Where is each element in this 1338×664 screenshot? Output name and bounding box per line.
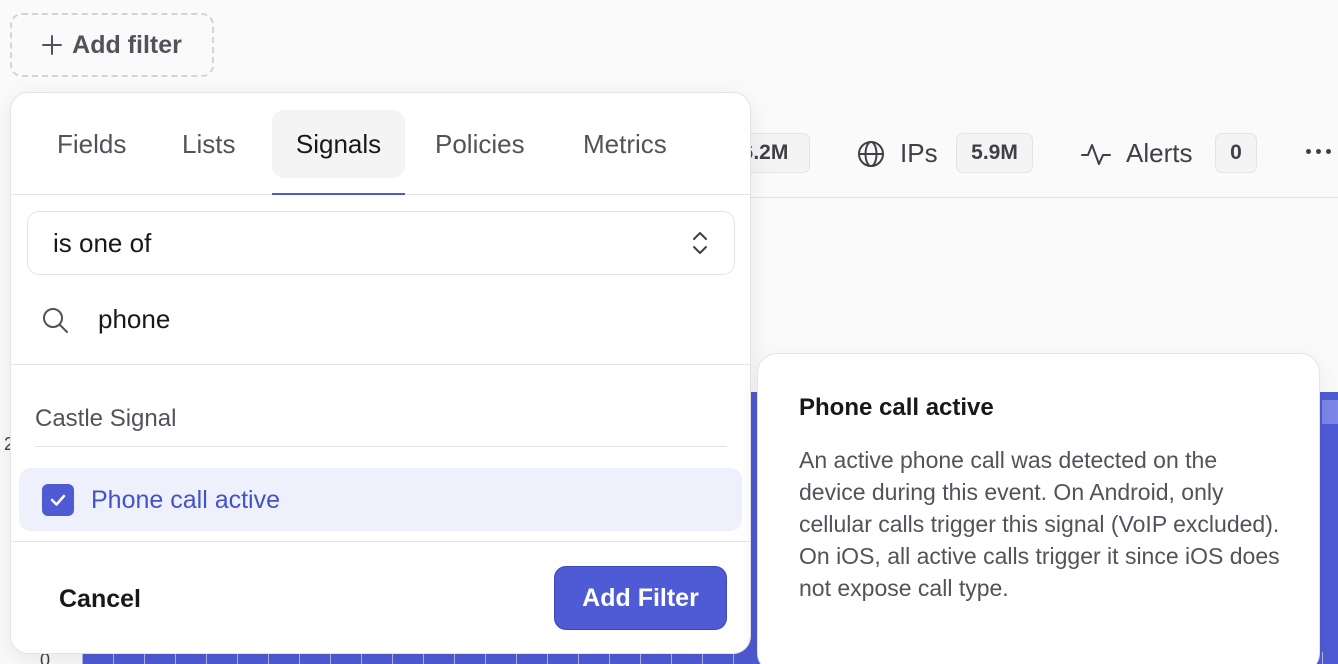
tab-metrics[interactable]: Metrics [561, 110, 689, 178]
option-checkbox[interactable] [42, 484, 74, 516]
add-filter-button[interactable]: Add filter [10, 13, 214, 77]
stats-bar: 6.2M IPs 5.9M Alerts 0 [720, 120, 1338, 198]
option-label: Phone call active [91, 486, 281, 514]
plus-icon [42, 35, 63, 55]
tooltip-description: An active phone call was detected on the… [799, 447, 1280, 601]
alerts-stat-label: Alerts [1126, 138, 1193, 168]
alerts-count-badge: 0 [1215, 133, 1257, 173]
more-options-icon[interactable] [1306, 149, 1331, 154]
signal-search-row [11, 283, 750, 365]
activity-icon [1081, 144, 1111, 165]
popover-footer: Cancel Add Filter [11, 541, 750, 653]
add-filter-popover: Fields Lists Signals Policies Metrics is… [10, 92, 751, 654]
add-filter-submit-button[interactable]: Add Filter [554, 566, 727, 630]
check-icon [50, 494, 66, 506]
search-icon [43, 308, 68, 333]
tab-lists[interactable]: Lists [160, 110, 257, 178]
operator-select[interactable]: is one of [27, 211, 735, 275]
operator-value: is one of [53, 227, 152, 258]
tab-label: Lists [182, 128, 236, 159]
chart-bar-highlight [1322, 400, 1338, 424]
cancel-button[interactable]: Cancel [39, 574, 161, 624]
signal-group-label: Castle Signal [35, 405, 727, 447]
signal-search-input[interactable] [98, 299, 698, 339]
chevron-up-down-icon [693, 232, 707, 254]
signal-description-tooltip: Phone call active An active phone call w… [757, 353, 1320, 664]
tab-label: Policies [435, 128, 525, 159]
tab-label: Signals [295, 128, 382, 159]
tab-label: Metrics [583, 128, 667, 159]
tab-fields[interactable]: Fields [35, 110, 148, 178]
add-filter-label: Add filter [72, 30, 182, 59]
filter-type-tabs: Fields Lists Signals Policies Metrics [11, 93, 750, 195]
tab-policies[interactable]: Policies [413, 110, 547, 178]
ips-count-badge: 5.9M [956, 133, 1033, 173]
ips-stat-label: IPs [900, 138, 938, 168]
filter-builder-screen: 2 0 Add filter 6.2M IPs 5.9M Alerts 0 Fi… [0, 0, 1338, 664]
tooltip-title: Phone call active [799, 394, 994, 421]
globe-icon [858, 141, 884, 167]
tab-label: Fields [57, 128, 127, 159]
tab-signals[interactable]: Signals [272, 110, 405, 178]
signal-option[interactable]: Phone call active [19, 468, 742, 531]
active-tab-indicator [272, 193, 405, 195]
